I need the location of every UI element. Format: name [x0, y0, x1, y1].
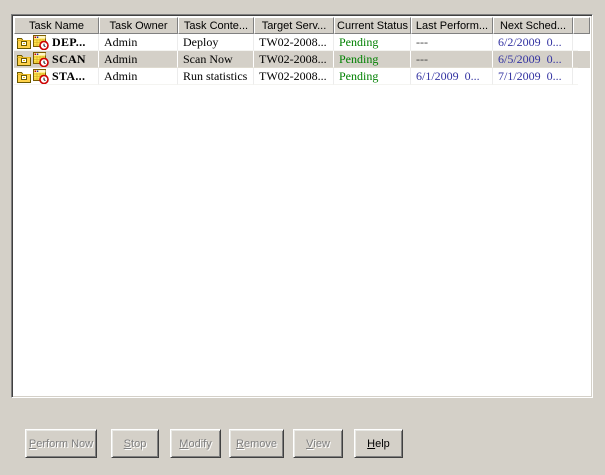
row-filler — [573, 51, 578, 68]
last-performed-cell: 6/1/2009 0... — [411, 68, 493, 85]
column-header-target-server[interactable]: Target Serv... — [254, 17, 334, 34]
button-label: R — [236, 438, 244, 450]
button-label: M — [179, 438, 188, 450]
task-content-cell: Deploy — [178, 34, 254, 51]
remove-button[interactable]: Remove — [229, 429, 284, 458]
target-server-cell: TW02-2008... — [254, 51, 334, 68]
task-list-header: Task Name Task Owner Task Conte... Targe… — [14, 17, 590, 34]
column-header-last-performed[interactable]: Last Perform... — [411, 17, 493, 34]
help-button[interactable]: Help — [354, 429, 403, 458]
modify-button[interactable]: Modify — [170, 429, 221, 458]
view-button[interactable]: View — [293, 429, 343, 458]
next-scheduled-cell: 6/2/2009 0... — [493, 34, 573, 51]
scheduled-task-icon — [33, 52, 49, 67]
current-status-cell: Pending — [334, 34, 411, 51]
task-list: Task Name Task Owner Task Conte... Targe… — [11, 14, 593, 398]
task-name: SCAN — [52, 51, 86, 67]
target-server-cell: TW02-2008... — [254, 68, 334, 85]
button-label: V — [306, 438, 313, 450]
last-performed-cell: --- — [411, 51, 493, 68]
button-label: odify — [188, 438, 211, 450]
stop-button[interactable]: Stop — [111, 429, 159, 458]
column-header-task-owner[interactable]: Task Owner — [99, 17, 178, 34]
column-header-task-name[interactable]: Task Name — [14, 17, 99, 34]
button-label: P — [29, 438, 36, 450]
task-name: STA... — [52, 68, 85, 84]
column-header-filler — [573, 17, 590, 34]
button-label: elp — [375, 438, 390, 450]
task-folder-icon — [16, 35, 32, 50]
task-row-statistics[interactable]: STA... Admin Run statistics TW02-2008...… — [14, 68, 590, 85]
scheduled-task-icon — [33, 35, 49, 50]
task-scheduler-panel: Task Name Task Owner Task Conte... Targe… — [0, 0, 605, 475]
task-owner-cell: Admin — [99, 68, 178, 85]
task-name-cell: STA... — [14, 68, 99, 85]
perform-now-button[interactable]: Perform Now — [25, 429, 97, 458]
button-label: top — [131, 438, 146, 450]
task-content-cell: Run statistics — [178, 68, 254, 85]
column-header-next-scheduled[interactable]: Next Sched... — [493, 17, 573, 34]
task-owner-cell: Admin — [99, 51, 178, 68]
row-filler — [573, 34, 578, 51]
next-scheduled-cell: 7/1/2009 0... — [493, 68, 573, 85]
last-performed-cell: --- — [411, 34, 493, 51]
scheduled-task-icon — [33, 69, 49, 84]
task-name-cell: DEP... — [14, 34, 99, 51]
button-label: H — [367, 438, 375, 450]
task-content-cell: Scan Now — [178, 51, 254, 68]
button-label: iew — [313, 438, 330, 450]
task-folder-icon — [16, 69, 32, 84]
button-label: S — [124, 438, 131, 450]
button-label: emove — [244, 438, 277, 450]
column-header-current-status[interactable]: Current Status — [334, 17, 411, 34]
task-folder-icon — [16, 52, 32, 67]
current-status-cell: Pending — [334, 68, 411, 85]
column-header-task-content[interactable]: Task Conte... — [178, 17, 254, 34]
task-row-deploy[interactable]: DEP... Admin Deploy TW02-2008... Pending… — [14, 34, 590, 51]
task-name-cell: SCAN — [14, 51, 99, 68]
task-name: DEP... — [52, 34, 86, 50]
current-status-cell: Pending — [334, 51, 411, 68]
button-label: erform Now — [36, 438, 93, 450]
target-server-cell: TW02-2008... — [254, 34, 334, 51]
row-filler — [573, 68, 578, 85]
next-scheduled-cell: 6/5/2009 0... — [493, 51, 573, 68]
task-row-scan[interactable]: SCAN Admin Scan Now TW02-2008... Pending… — [14, 51, 590, 68]
task-owner-cell: Admin — [99, 34, 178, 51]
